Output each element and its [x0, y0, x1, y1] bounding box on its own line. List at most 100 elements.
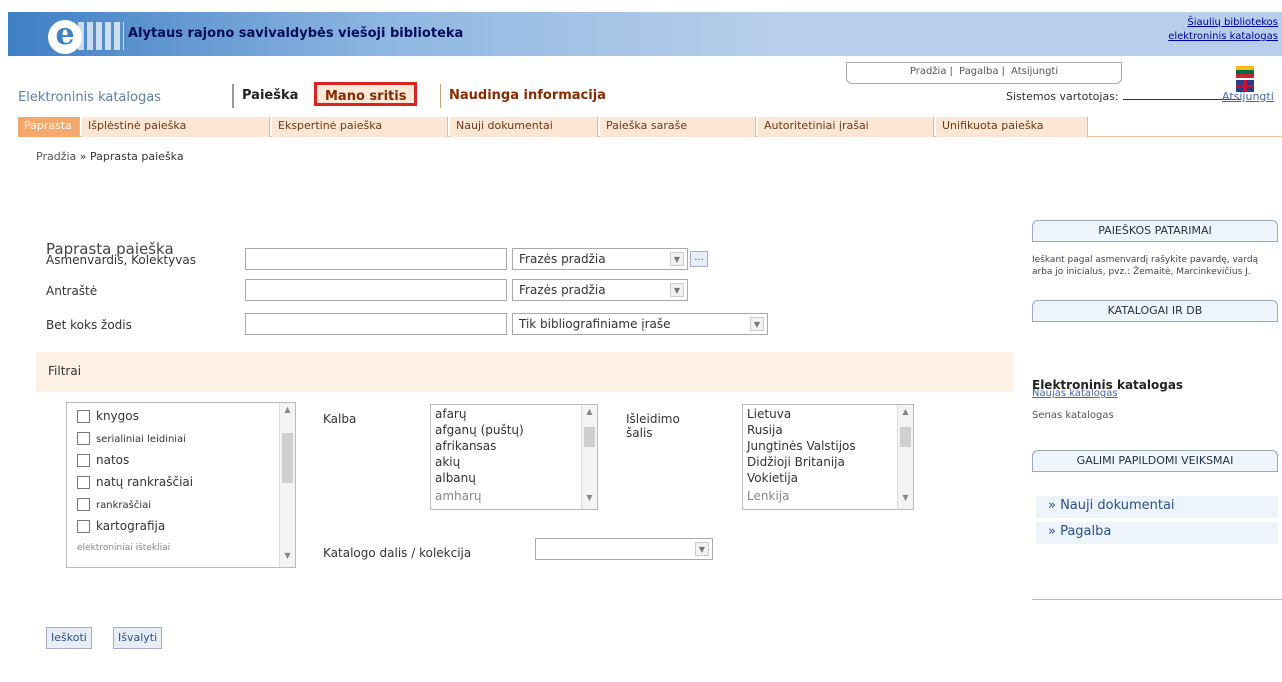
title-mode-value: Frazės pradžia	[519, 283, 606, 297]
subtab-list-search[interactable]: Paieška saraše	[600, 117, 756, 137]
country-option[interactable]: Lenkija	[747, 489, 789, 503]
banner-link-1[interactable]: Šiaulių bibliotekos	[1168, 16, 1278, 30]
breadcrumb-current: Paprasta paieška	[90, 150, 184, 163]
tab-useful-info[interactable]: Naudinga informacija	[440, 84, 614, 108]
tab-my-area[interactable]: Mano sritis	[314, 82, 418, 106]
side-nav-help[interactable]: » Pagalba	[1036, 522, 1278, 544]
subtab-expert[interactable]: Ekspertinė paieška	[272, 117, 448, 137]
doc-type-electronic[interactable]: elektroniniai ištekliai	[77, 543, 170, 563]
tab-search[interactable]: Paieška	[232, 84, 307, 108]
library-title: Alytaus rajono savivaldybės viešoji bibl…	[128, 26, 464, 41]
title-mode-select[interactable]: Frazės pradžia ▼	[512, 279, 688, 301]
doc-type-score-manuscripts[interactable]: natų rankraščiai	[77, 475, 193, 495]
session-user: Sistemos vartotojas:	[1006, 90, 1241, 103]
search-subnav: Paprasta Išplėstinė paieška Ekspertinė p…	[18, 117, 1282, 137]
language-option[interactable]: albanų	[435, 471, 476, 485]
catalog-old-link[interactable]: Senas katalogas	[1032, 410, 1114, 421]
subtab-advanced[interactable]: Išplėstinė paieška	[82, 117, 270, 137]
keyword-label: Bet koks žodis	[46, 318, 132, 332]
scrollbar[interactable]: ▲ ▼	[897, 405, 913, 509]
scroll-down-icon[interactable]: ▼	[582, 493, 597, 507]
collection-label: Katalogo dalis / kolekcija	[323, 546, 472, 560]
doc-type-cartography[interactable]: kartografija	[77, 519, 165, 539]
util-link-help[interactable]: Pagalba	[956, 66, 1001, 77]
language-list[interactable]: afarų afganų (puštų) afrikansas akių alb…	[430, 404, 598, 510]
language-option[interactable]: afganų (puštų)	[435, 423, 524, 437]
scroll-thumb[interactable]	[584, 427, 595, 447]
checkbox[interactable]	[77, 476, 90, 489]
country-option[interactable]: Jungtinės Valstijos	[747, 439, 856, 453]
author-mode-select[interactable]: Frazės pradžia ▼	[512, 248, 688, 270]
chevron-down-icon[interactable]: ▼	[670, 283, 684, 297]
title-input[interactable]	[245, 279, 507, 301]
login-link[interactable]: Atsijungti	[1222, 90, 1274, 103]
logo-bars	[78, 22, 124, 50]
country-option[interactable]: Rusija	[747, 423, 783, 437]
doc-type-serials[interactable]: serialiniai leidiniai	[77, 431, 186, 451]
session-label: Sistemos vartotojas:	[1006, 90, 1119, 103]
author-input[interactable]	[245, 248, 507, 270]
language-option[interactable]: afarų	[435, 407, 466, 421]
doc-type-label: natų rankraščiai	[96, 475, 194, 489]
keyword-scope-select[interactable]: Tik bibliografiniame įraše ▼	[512, 313, 768, 335]
scroll-up-icon[interactable]: ▲	[582, 407, 597, 421]
country-option[interactable]: Didžioji Britanija	[747, 455, 845, 469]
scroll-thumb[interactable]	[282, 433, 293, 483]
doc-type-manuscripts[interactable]: rankraščiai	[77, 497, 151, 517]
subtab-authority[interactable]: Autoritetiniai įrašai	[758, 117, 934, 137]
doc-type-books[interactable]: knygos	[77, 409, 139, 429]
country-label-line: šalis	[626, 426, 653, 440]
scroll-up-icon[interactable]: ▲	[280, 405, 295, 419]
checkbox[interactable]	[77, 454, 90, 467]
doc-type-scores[interactable]: natos	[77, 453, 129, 473]
country-option[interactable]: Vokietija	[747, 471, 798, 485]
scrollbar[interactable]: ▲ ▼	[581, 405, 597, 509]
util-link-home[interactable]: Pradžia	[907, 66, 950, 77]
filter-title: Filtrai	[48, 364, 82, 378]
chevron-down-icon[interactable]: ▼	[695, 542, 709, 556]
doc-type-label: serialiniai leidiniai	[96, 434, 186, 445]
keyword-input[interactable]	[245, 313, 507, 335]
title-label: Antraštė	[46, 284, 98, 298]
language-flags	[1236, 64, 1282, 92]
country-label-line: Išleidimo	[626, 412, 680, 426]
language-option[interactable]: amharų	[435, 489, 482, 503]
country-label: Išleidimo šalis	[626, 412, 680, 440]
catalogs-header: KATALOGAI IR DB	[1032, 300, 1278, 322]
author-lookup-button[interactable]: ...	[690, 251, 708, 267]
author-mode-value: Frazės pradžia	[519, 252, 606, 266]
search-tips-header: PAIEŠKOS PATARIMAI	[1032, 220, 1278, 242]
subtab-simple[interactable]: Paprasta	[18, 117, 80, 137]
checkbox[interactable]	[77, 432, 90, 445]
collection-select[interactable]: ▼	[535, 538, 713, 560]
subtab-unified[interactable]: Unifikuota paieška	[936, 117, 1088, 137]
language-option[interactable]: akių	[435, 455, 460, 469]
lithuanian-flag-icon[interactable]	[1236, 65, 1254, 78]
scrollbar[interactable]: ▲ ▼	[279, 403, 295, 567]
banner-link-2[interactable]: elektroninis katalogas	[1168, 30, 1278, 44]
breadcrumb-home[interactable]: Pradžia	[36, 150, 76, 163]
search-tips-text: Ieškant pagal asmenvardį rašykite pavard…	[1032, 255, 1259, 277]
util-link-logout[interactable]: Atsijungti	[1008, 66, 1061, 77]
catalog-new-link[interactable]: Naujas katalogas	[1032, 388, 1118, 399]
checkbox[interactable]	[77, 498, 90, 511]
checkbox[interactable]	[77, 520, 90, 533]
checkbox[interactable]	[77, 410, 90, 423]
language-option[interactable]: afrikansas	[435, 439, 496, 453]
chevron-down-icon[interactable]: ▼	[750, 317, 764, 331]
scroll-down-icon[interactable]: ▼	[898, 493, 913, 507]
search-button[interactable]: Ieškoti	[46, 627, 92, 649]
scroll-thumb[interactable]	[900, 427, 911, 447]
banner-links: Šiaulių bibliotekos elektroninis katalog…	[1168, 16, 1278, 44]
catalog-brand[interactable]: Elektroninis katalogas	[18, 90, 161, 105]
scroll-down-icon[interactable]: ▼	[280, 551, 295, 565]
side-nav-new-docs[interactable]: » Nauji dokumentai	[1036, 496, 1278, 518]
country-option[interactable]: Lietuva	[747, 407, 791, 421]
subtab-new-docs[interactable]: Nauji dokumentai	[450, 117, 598, 137]
chevron-down-icon[interactable]: ▼	[670, 252, 684, 266]
clear-button[interactable]: Išvalyti	[113, 627, 163, 649]
document-type-list[interactable]: knygos serialiniai leidiniai natos natų …	[66, 402, 296, 568]
doc-type-label: knygos	[96, 409, 139, 423]
scroll-up-icon[interactable]: ▲	[898, 407, 913, 421]
country-list[interactable]: Lietuva Rusija Jungtinės Valstijos Didži…	[742, 404, 914, 510]
